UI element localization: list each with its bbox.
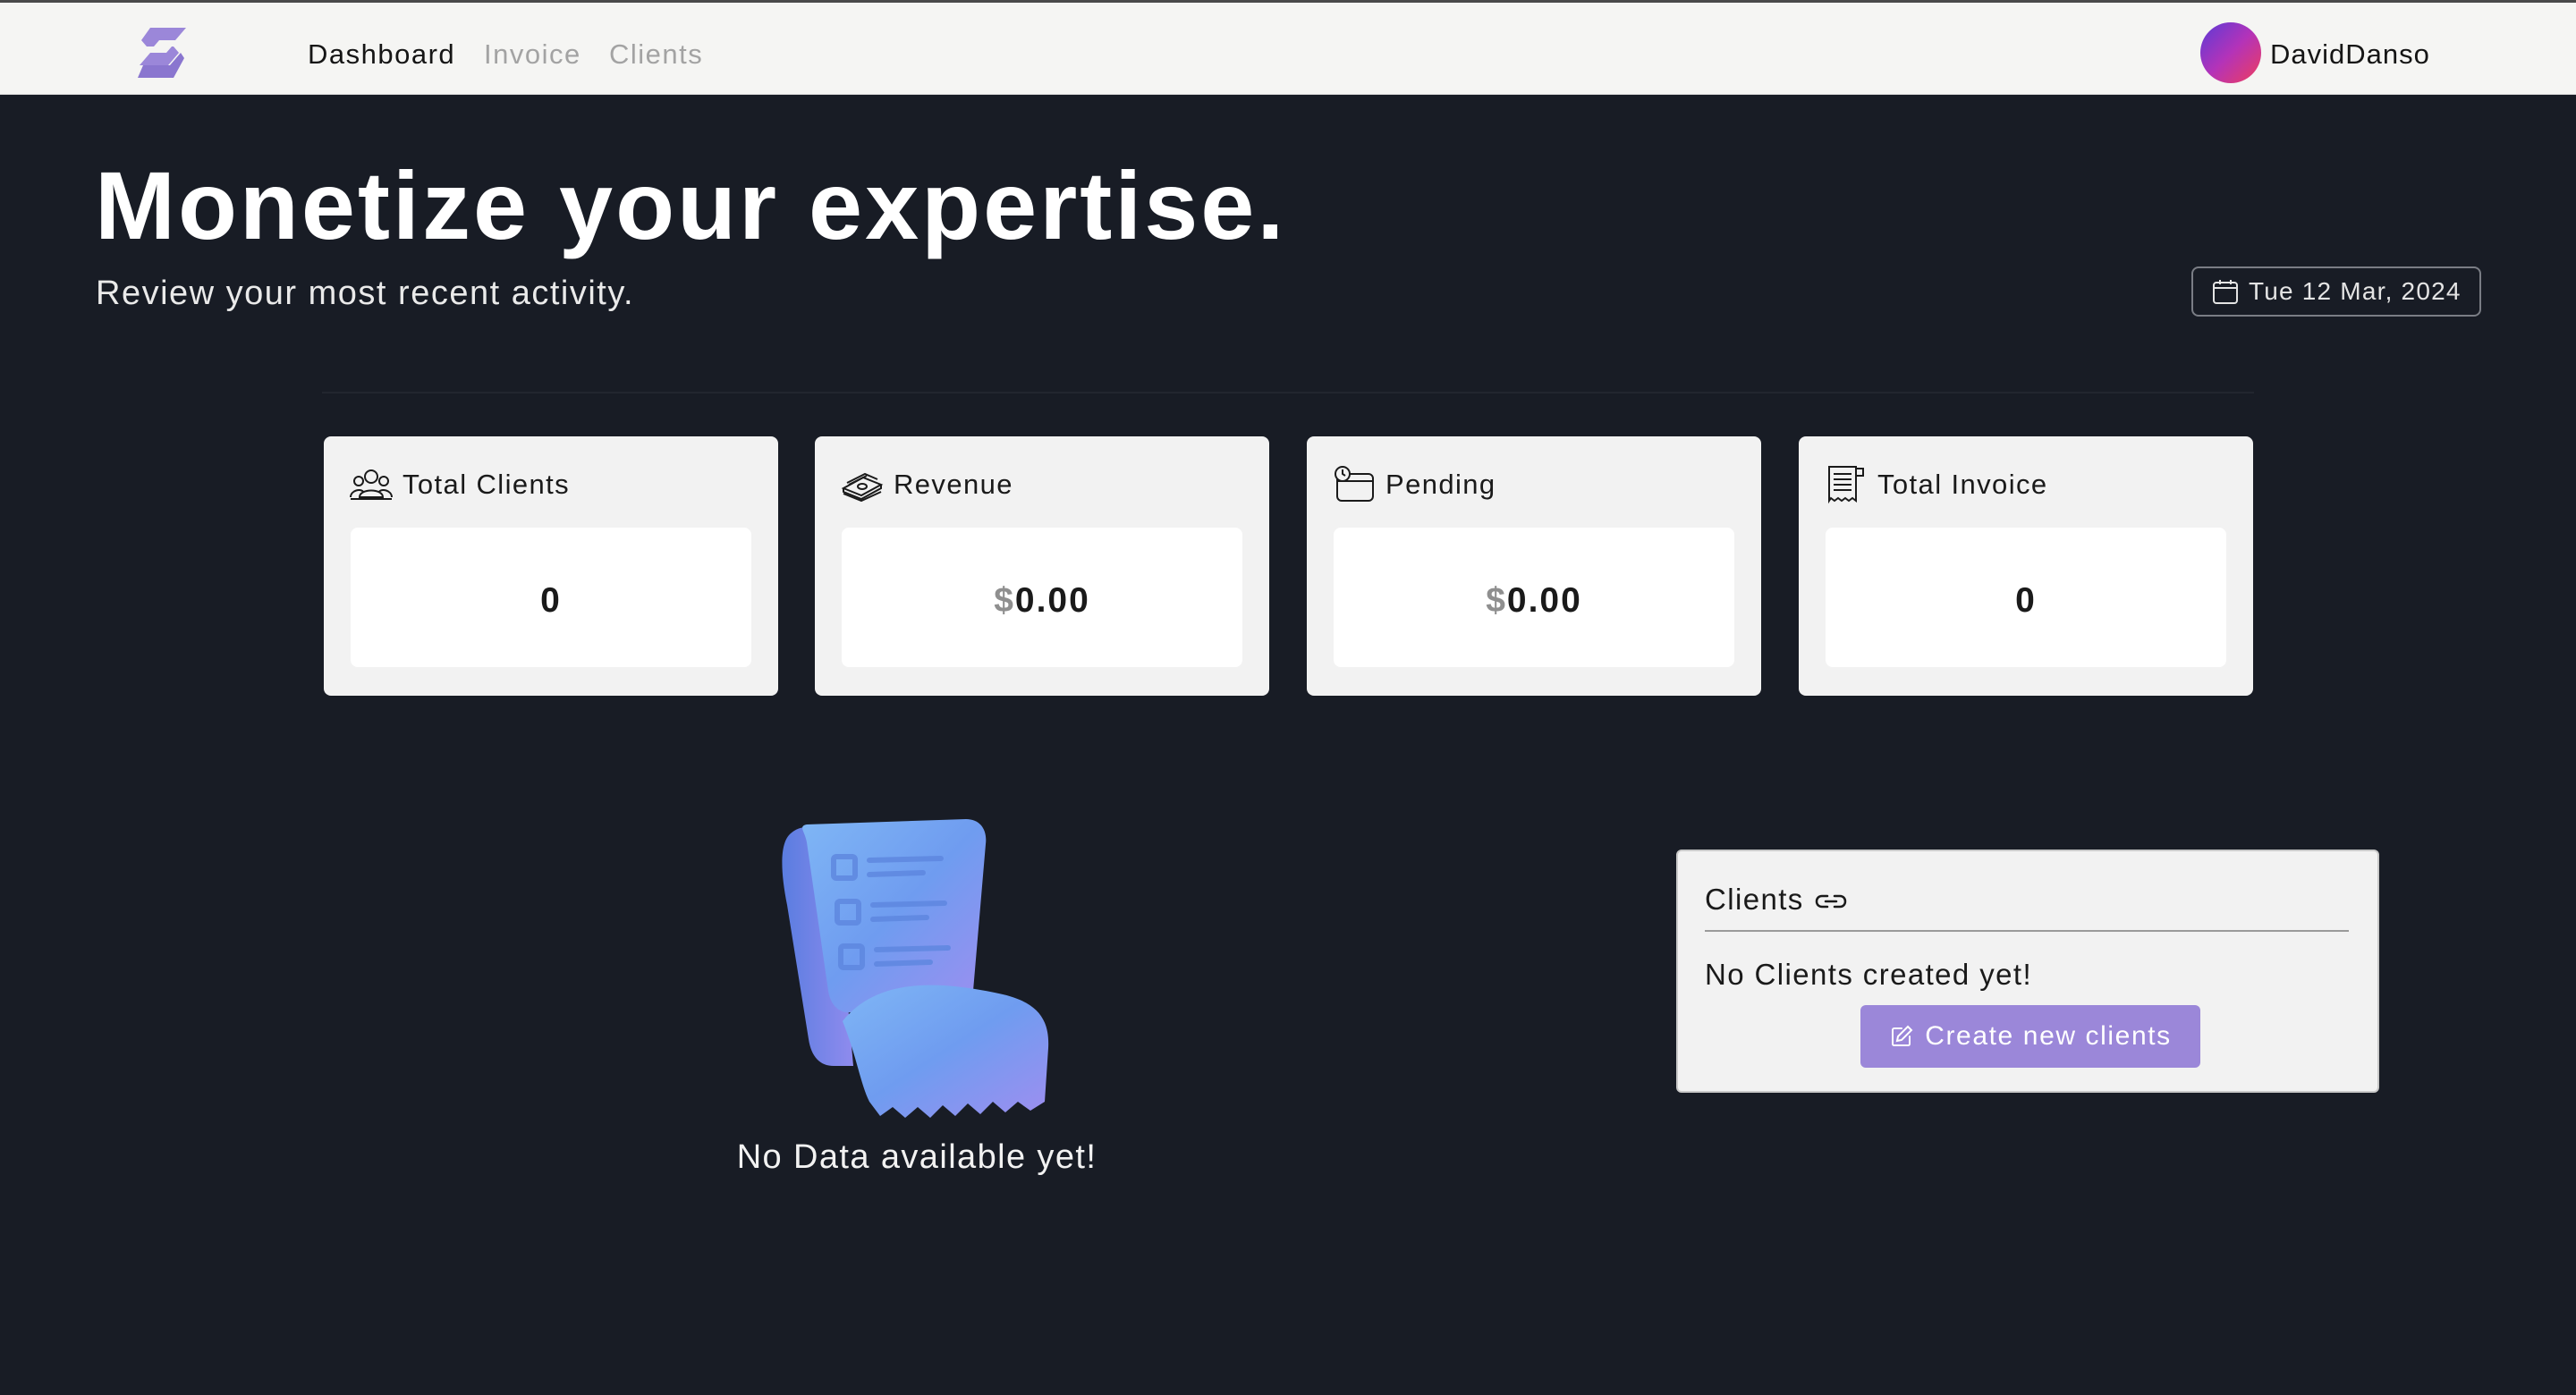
empty-state-message: No Data available yet! bbox=[736, 1138, 1097, 1176]
stat-value: 0.00 bbox=[1506, 581, 1582, 620]
stat-value: 0 bbox=[540, 581, 562, 620]
create-new-clients-label: Create new clients bbox=[1925, 1021, 2172, 1051]
clients-empty-message: No Clients created yet! bbox=[1705, 958, 2033, 991]
stat-currency: $ bbox=[1486, 581, 1507, 620]
users-icon bbox=[350, 469, 393, 500]
brand-logo-icon[interactable] bbox=[134, 24, 191, 81]
page-title: Monetize your expertise. bbox=[95, 151, 1287, 259]
stat-value-box: $ 0.00 bbox=[842, 528, 1242, 667]
nav-link-dashboard[interactable]: Dashboard bbox=[308, 38, 455, 71]
stat-card-header: Revenue bbox=[840, 465, 1013, 504]
stat-value-box: $ 0.00 bbox=[1334, 528, 1734, 667]
stat-card-header: Total Invoice bbox=[1824, 465, 2048, 504]
stat-card-header: Total Clients bbox=[349, 465, 570, 504]
money-stack-icon bbox=[841, 472, 884, 503]
stat-card-revenue: Revenue $ 0.00 bbox=[815, 436, 1269, 696]
nav-link-clients[interactable]: Clients bbox=[609, 38, 703, 71]
user-avatar[interactable] bbox=[2200, 22, 2261, 83]
stat-value: 0 bbox=[2015, 581, 2037, 620]
calendar-icon bbox=[2213, 280, 2238, 304]
date-badge: Tue 12 Mar, 2024 bbox=[2191, 266, 2481, 317]
receipt-icon bbox=[1828, 466, 1864, 504]
stat-value-box: 0 bbox=[351, 528, 751, 667]
stat-card-total-clients: Total Clients 0 bbox=[324, 436, 778, 696]
receipt-illustration bbox=[782, 819, 1049, 1118]
stat-card-total-invoice: Total Invoice 0 bbox=[1799, 436, 2253, 696]
nav-link-invoice[interactable]: Invoice bbox=[484, 38, 581, 71]
create-new-clients-button[interactable]: Create new clients bbox=[1860, 1005, 2200, 1068]
clients-panel-title: Clients bbox=[1705, 883, 1804, 916]
edit-icon bbox=[1892, 1025, 1913, 1046]
pending-clock-icon bbox=[1335, 466, 1374, 502]
stat-currency: $ bbox=[994, 581, 1015, 620]
clients-panel: Clients No Clients created yet! Create n… bbox=[1676, 850, 2379, 1093]
page-subtitle: Review your most recent activity. bbox=[96, 275, 635, 312]
link-icon[interactable] bbox=[1815, 892, 1847, 910]
user-name[interactable]: DavidDanso bbox=[2270, 38, 2430, 71]
stat-label: Total Clients bbox=[402, 469, 571, 500]
stat-card-header: Pending bbox=[1332, 465, 1496, 504]
clients-panel-header: Clients bbox=[1705, 878, 2349, 932]
section-divider bbox=[322, 392, 2254, 393]
top-navbar: Dashboard Invoice Clients DavidDanso bbox=[0, 0, 2576, 95]
stat-label: Pending bbox=[1385, 469, 1496, 500]
stat-label: Revenue bbox=[894, 469, 1013, 500]
stat-value-box: 0 bbox=[1826, 528, 2226, 667]
stat-value: 0.00 bbox=[1014, 581, 1090, 620]
stat-label: Total Invoice bbox=[1877, 469, 2048, 500]
date-label: Tue 12 Mar, 2024 bbox=[2249, 277, 2462, 305]
stat-card-pending: Pending $ 0.00 bbox=[1307, 436, 1761, 696]
